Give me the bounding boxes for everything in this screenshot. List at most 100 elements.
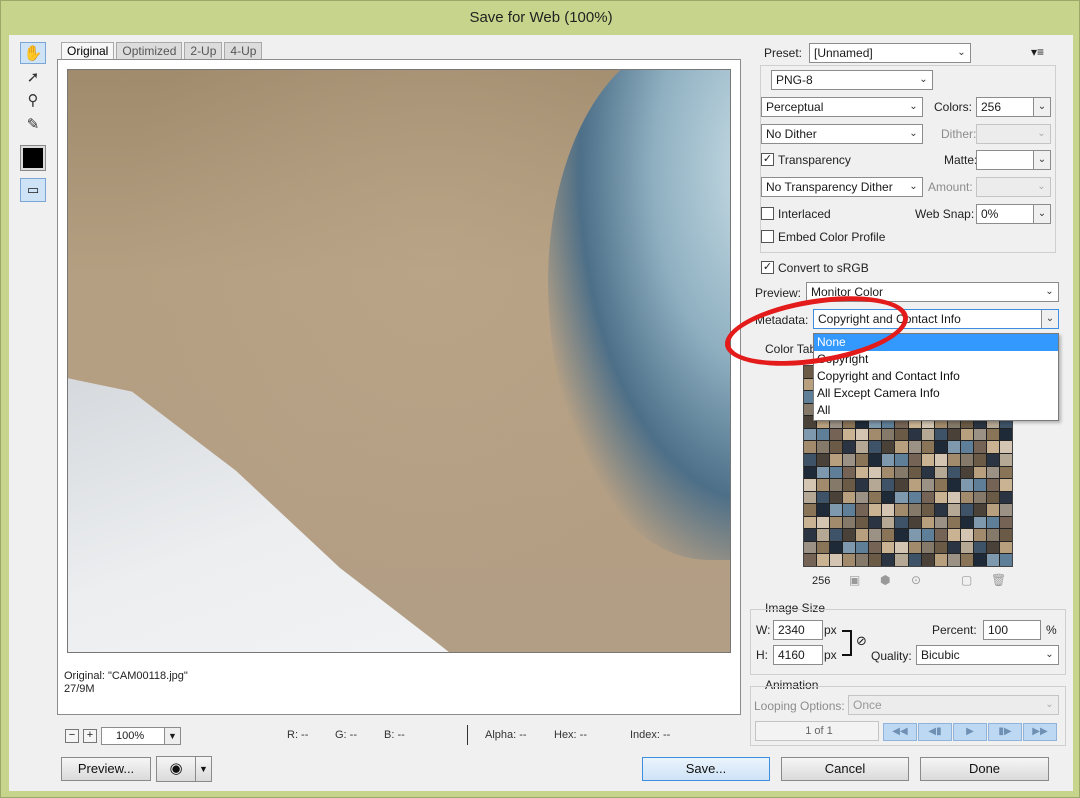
color-table-swatch[interactable] [999,466,1012,479]
color-table-swatch[interactable] [973,504,986,516]
transparency-dither-select[interactable]: No Transparency Dither ⌄ [761,177,923,197]
play-icon[interactable]: ▶ [953,723,987,741]
color-table-swatch[interactable] [869,441,882,453]
color-table-swatch[interactable] [856,428,869,441]
color-table-swatch[interactable] [934,541,947,554]
color-table-swatch[interactable] [973,441,986,453]
color-table-swatch[interactable] [804,479,817,491]
color-table-swatch[interactable] [843,453,856,466]
dither-algorithm-select[interactable]: No Dither ⌄ [761,124,923,144]
color-table-swatch[interactable] [895,529,908,541]
color-table-swatch[interactable] [882,491,895,504]
metadata-option-copyright-contact[interactable]: Copyright and Contact Info [814,368,1058,385]
color-table-swatch[interactable] [895,453,908,466]
color-table-swatch[interactable] [895,541,908,554]
color-table-swatch[interactable] [934,466,947,479]
tab-optimized[interactable]: Optimized [116,42,183,60]
color-table-swatch[interactable] [908,428,921,441]
eyedropper-color-swatch[interactable] [20,145,46,171]
color-table-swatch[interactable] [804,441,817,453]
color-table-swatch[interactable] [934,453,947,466]
color-table-swatch[interactable] [999,529,1012,541]
color-table-swatch[interactable] [934,554,947,566]
color-table-swatch[interactable] [882,529,895,541]
color-table-swatch[interactable] [895,516,908,529]
color-table-swatch[interactable] [804,554,817,566]
color-table-swatch[interactable] [908,479,921,491]
color-table-swatch[interactable] [843,479,856,491]
web-snap-select[interactable]: 0% ⌄ [976,204,1051,224]
color-table-swatch[interactable] [856,453,869,466]
color-table-swatch[interactable] [921,516,934,529]
color-table-swatch[interactable] [921,441,934,453]
color-table-swatch[interactable] [999,428,1012,441]
chevron-down-icon[interactable]: ▼ [164,728,180,744]
color-table-swatch[interactable] [960,428,973,441]
transparency-checkbox[interactable]: ✓ [761,153,774,166]
color-table-swatch[interactable] [960,541,973,554]
hand-icon[interactable]: ✋ [20,42,46,64]
tab-2-up[interactable]: 2-Up [184,42,223,60]
last-frame-icon[interactable]: ▶▶ [1023,723,1057,741]
color-table-swatch[interactable] [843,541,856,554]
color-table-swatch[interactable] [830,529,843,541]
color-table-swatch[interactable] [830,428,843,441]
chevron-down-icon[interactable]: ▼ [195,757,211,781]
color-table-swatch[interactable] [882,479,895,491]
color-table-swatch[interactable] [986,504,999,516]
color-table-swatch[interactable] [908,516,921,529]
color-table-swatch[interactable] [999,504,1012,516]
next-frame-icon[interactable]: ▮▶ [988,723,1022,741]
color-table-swatch[interactable] [804,491,817,504]
color-table-swatch[interactable] [869,491,882,504]
color-table-swatch[interactable] [882,504,895,516]
color-table-swatch[interactable] [908,441,921,453]
color-table-swatch[interactable] [843,529,856,541]
color-table-swatch[interactable] [882,428,895,441]
color-table-swatch[interactable] [986,554,999,566]
color-table-swatch[interactable] [973,529,986,541]
color-table-swatch[interactable] [947,466,960,479]
web-shift-icon[interactable]: ▣ [849,573,860,587]
optimize-menu-icon[interactable]: ▾≡ [1031,45,1044,59]
color-table-swatch[interactable] [921,453,934,466]
color-table-swatch[interactable] [804,529,817,541]
color-table-swatch[interactable] [947,479,960,491]
preset-select[interactable]: [Unnamed] ⌄ [809,43,971,63]
color-table-swatch[interactable] [817,516,830,529]
color-table-swatch[interactable] [895,479,908,491]
color-table-swatch[interactable] [973,428,986,441]
color-table-swatch[interactable] [960,466,973,479]
matte-select[interactable]: ⌄ [976,150,1051,170]
cube-icon[interactable]: ⬢ [880,573,890,587]
color-table-swatch[interactable] [856,466,869,479]
color-table-swatch[interactable] [934,479,947,491]
color-table-swatch[interactable] [804,504,817,516]
color-table-swatch[interactable] [843,428,856,441]
tab-4-up[interactable]: 4-Up [224,42,263,60]
color-table-swatch[interactable] [986,479,999,491]
save-button[interactable]: Save... [642,757,770,781]
previous-frame-icon[interactable]: ◀▮ [918,723,952,741]
color-table-swatch[interactable] [843,441,856,453]
interlaced-checkbox[interactable] [761,207,774,220]
color-table-swatch[interactable] [817,441,830,453]
color-table-swatch[interactable] [908,541,921,554]
color-table-swatch[interactable] [908,554,921,566]
color-table-swatch[interactable] [817,529,830,541]
color-table-swatch[interactable] [960,453,973,466]
color-table-swatch[interactable] [908,453,921,466]
color-table-swatch[interactable] [856,516,869,529]
lock-icon[interactable]: ⊙ [911,573,921,587]
percent-field[interactable]: 100 [983,620,1041,640]
color-table-swatch[interactable] [973,491,986,504]
color-table-swatch[interactable] [908,466,921,479]
color-table-swatch[interactable] [947,516,960,529]
color-table-swatch[interactable] [856,479,869,491]
color-table-swatch[interactable] [882,453,895,466]
image-preview[interactable] [67,69,731,653]
color-table-swatch[interactable] [999,554,1012,566]
color-table-swatch[interactable] [856,491,869,504]
color-table-swatch[interactable] [895,428,908,441]
new-color-icon[interactable]: ▢ [961,573,972,587]
